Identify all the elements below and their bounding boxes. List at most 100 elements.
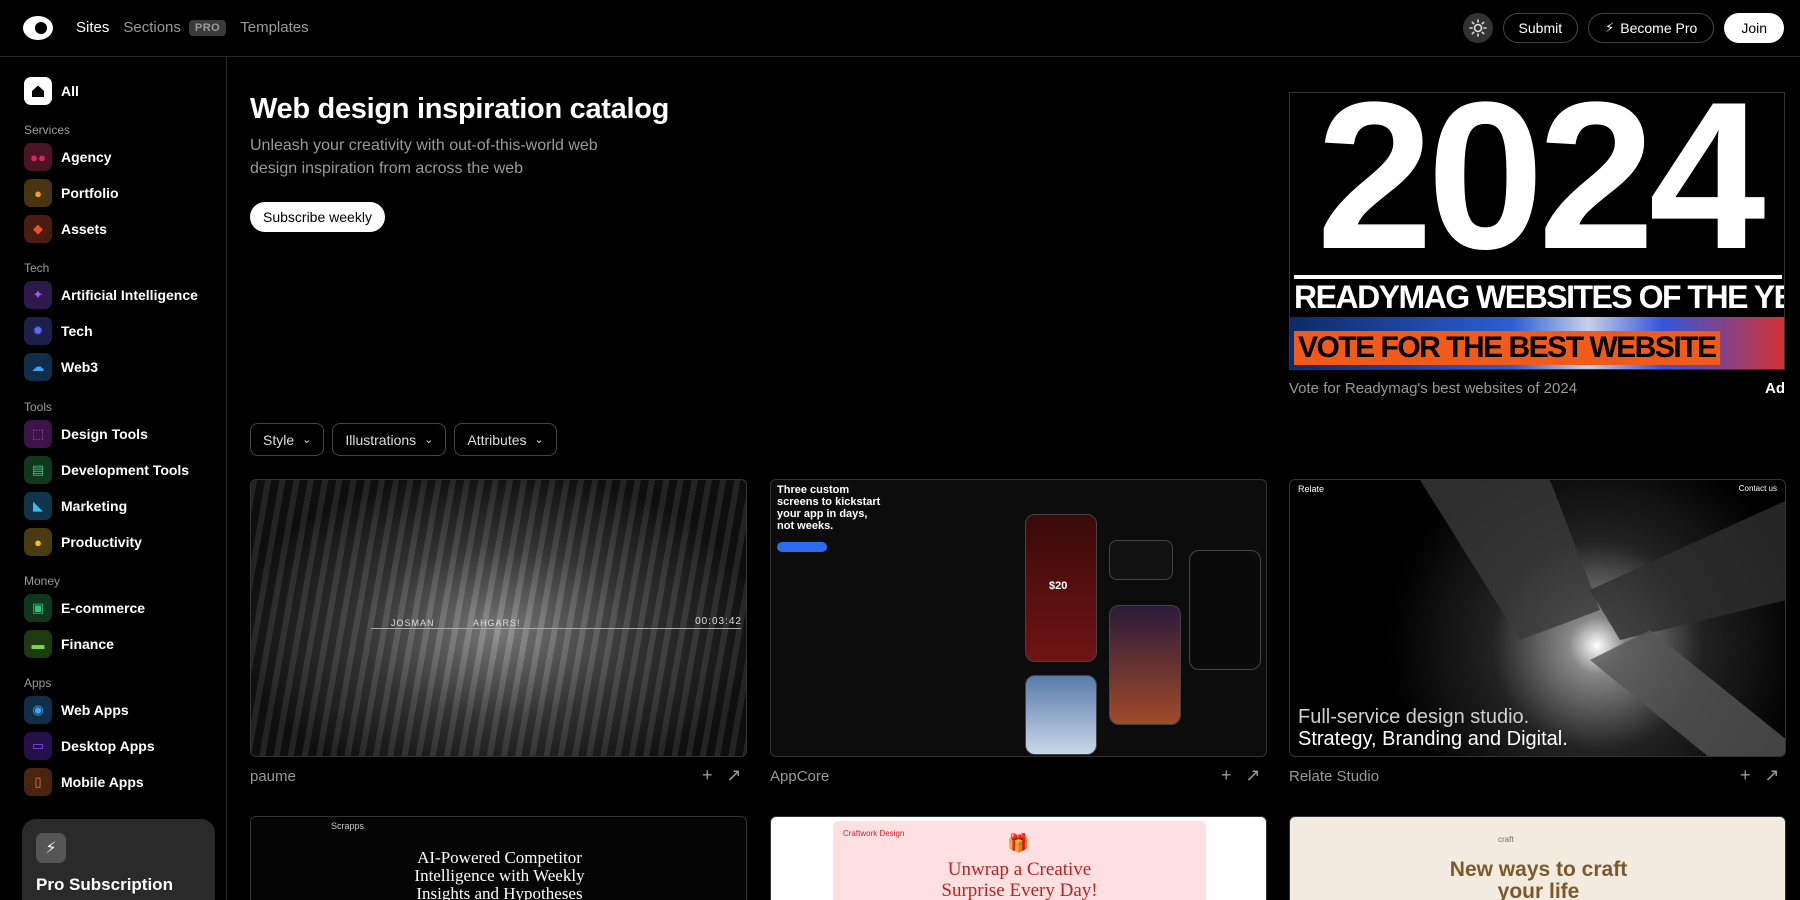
cube-icon: ◆: [24, 215, 52, 243]
sidebar: All Services ●●Agency ●Portfolio ◆Assets…: [0, 57, 227, 900]
subscribe-label: Subscribe weekly: [263, 209, 372, 225]
sidebar-item-desktop-apps[interactable]: ▭ Desktop Apps: [24, 732, 155, 760]
vector-icon: ⬚: [24, 420, 52, 448]
sidebar-item-web-apps[interactable]: ◉Web Apps: [24, 696, 129, 724]
card-title[interactable]: AppCore: [770, 768, 829, 785]
preview-brand: Scrapps: [331, 821, 364, 831]
bolt-icon: ⚡: [1605, 20, 1614, 36]
sidebar-item-label: Development Tools: [61, 462, 189, 478]
pro-badge: PRO: [189, 20, 226, 36]
site-card-craftwork[interactable]: Craftwork Design 🎁 Unwrap a Creative Sur…: [770, 816, 1267, 900]
sidebar-item-label: Marketing: [61, 498, 127, 514]
plus-icon[interactable]: +: [702, 765, 713, 786]
sidebar-item-label: Assets: [61, 221, 107, 237]
ad-banner[interactable]: 2024 READYMAG WEBSITES OF THE YEAR VOTE …: [1289, 92, 1785, 370]
arrow-up-right-icon[interactable]: ↗: [727, 765, 742, 786]
site-card-appcore[interactable]: Three custom screens to kickstart your a…: [770, 479, 1267, 757]
topbar-actions: Submit ⚡ Become Pro Join: [1463, 13, 1784, 43]
bag-icon: ▣: [24, 594, 52, 622]
join-label: Join: [1741, 20, 1767, 36]
sidebar-item-mobile-apps[interactable]: ▯ Mobile Apps: [24, 768, 144, 796]
sidebar-item-ecommerce[interactable]: ▣E-commerce: [24, 594, 145, 622]
preview-line: [371, 628, 741, 629]
pro-subscription-title: Pro Subscription: [36, 875, 201, 895]
compass-icon: ◉: [24, 696, 52, 724]
sidebar-item-finance[interactable]: ▬Finance: [24, 630, 114, 658]
sidebar-item-label: Mobile Apps: [61, 774, 144, 790]
phone-icon: ▯: [24, 768, 52, 796]
preview-phone-3: [1109, 605, 1181, 725]
sidebar-item-all[interactable]: All: [24, 77, 79, 105]
plus-icon[interactable]: +: [1221, 765, 1232, 786]
sidebar-heading-money: Money: [24, 574, 60, 588]
sidebar-item-marketing[interactable]: ◣Marketing: [24, 492, 127, 520]
bolt-icon: ⚡: [36, 833, 66, 863]
user-check-icon: ●: [24, 528, 52, 556]
sidebar-heading-apps: Apps: [24, 676, 51, 690]
theme-toggle-button[interactable]: [1463, 13, 1493, 43]
sidebar-item-label: Design Tools: [61, 426, 148, 442]
filter-style[interactable]: Style⌄: [250, 423, 324, 456]
preview-contact: Contact us: [1739, 484, 1777, 493]
sidebar-item-label: Artificial Intelligence: [61, 287, 198, 303]
card-actions: +↗: [702, 765, 742, 786]
arrow-up-right-icon[interactable]: ↗: [1246, 765, 1261, 786]
sidebar-heading-services: Services: [24, 123, 70, 137]
submit-label: Submit: [1519, 20, 1563, 36]
card-title[interactable]: Relate Studio: [1289, 768, 1379, 785]
ad-caption: Vote for Readymag's best websites of 202…: [1289, 380, 1577, 397]
site-card-scrapps[interactable]: Scrapps AI-Powered Competitor Intelligen…: [250, 816, 747, 900]
nav-templates[interactable]: Templates: [240, 19, 308, 36]
sidebar-item-design-tools[interactable]: ⬚ Design Tools: [24, 420, 148, 448]
card-actions: +↗: [1740, 765, 1780, 786]
subscribe-weekly-button[interactable]: Subscribe weekly: [250, 202, 385, 232]
cloud-icon: ☁: [24, 353, 52, 381]
join-button[interactable]: Join: [1724, 13, 1784, 43]
submit-button[interactable]: Submit: [1503, 13, 1579, 43]
sidebar-item-label: Tech: [61, 323, 93, 339]
site-card-craft[interactable]: craft New ways to craft your life: [1289, 816, 1786, 900]
filter-label: Style: [263, 432, 294, 448]
sidebar-item-label: Agency: [61, 149, 112, 165]
plus-icon[interactable]: +: [1740, 765, 1751, 786]
preview-heading-line: Surprise Every Day!: [771, 880, 1267, 900]
arrow-up-right-icon[interactable]: ↗: [1765, 765, 1780, 786]
sidebar-item-ai[interactable]: ✦Artificial Intelligence: [24, 281, 198, 309]
preview-heading: AI-Powered Competitor Intelligence with …: [251, 849, 747, 900]
sidebar-item-assets[interactable]: ◆ Assets: [24, 215, 107, 243]
preview-text-left: JOSMAN: [391, 618, 435, 628]
chevron-down-icon: ⌄: [535, 433, 544, 446]
main-nav: Sites Sections PRO Templates: [76, 19, 309, 36]
monitor-icon: ▭: [24, 732, 52, 760]
preview-timer: 00:03:42: [695, 616, 742, 627]
preview-heading-line: Unwrap a Creative: [771, 859, 1267, 880]
sidebar-item-development-tools[interactable]: ▤Development Tools: [24, 456, 189, 484]
sidebar-item-web3[interactable]: ☁Web3: [24, 353, 98, 381]
pro-subscription-card[interactable]: ⚡ Pro Subscription: [22, 819, 215, 900]
site-card-paume[interactable]: JOSMAN AHGARS! 00:03:42: [250, 479, 747, 757]
card-title[interactable]: paume: [250, 768, 296, 785]
sidebar-item-agency[interactable]: ●●Agency: [24, 143, 112, 171]
eye-logo-icon[interactable]: [22, 14, 54, 42]
preview-heading-line: Intelligence with Weekly: [251, 867, 747, 885]
sidebar-item-portfolio[interactable]: ●Portfolio: [24, 179, 119, 207]
preview-phone-4: [1189, 550, 1261, 670]
filter-label: Attributes: [467, 432, 526, 448]
filter-illustrations[interactable]: Illustrations⌄: [332, 423, 446, 456]
preview-heading: Unwrap a Creative Surprise Every Day!: [771, 859, 1267, 900]
preview-heading-line: Insights and Hypotheses: [251, 885, 747, 900]
sidebar-item-productivity[interactable]: ●Productivity: [24, 528, 142, 556]
user-icon: ●: [24, 179, 52, 207]
sidebar-item-tech[interactable]: ✹Tech: [24, 317, 93, 345]
site-card-relate-studio[interactable]: Relate Contact us Full-service design st…: [1289, 479, 1786, 757]
nav-sections[interactable]: Sections: [123, 19, 181, 36]
nav-sites[interactable]: Sites: [76, 19, 109, 36]
chevron-down-icon: ⌄: [424, 433, 433, 446]
preview-cta: [777, 542, 827, 552]
ad-cta: VOTE FOR THE BEST WEBSITE: [1294, 331, 1720, 365]
sidebar-item-label: Desktop Apps: [61, 738, 155, 754]
top-bar: Sites Sections PRO Templates Submit ⚡ Be…: [0, 0, 1800, 57]
become-pro-button[interactable]: ⚡ Become Pro: [1588, 13, 1714, 43]
preview-brand: craft: [1498, 835, 1514, 844]
filter-attributes[interactable]: Attributes ⌄: [454, 423, 556, 456]
